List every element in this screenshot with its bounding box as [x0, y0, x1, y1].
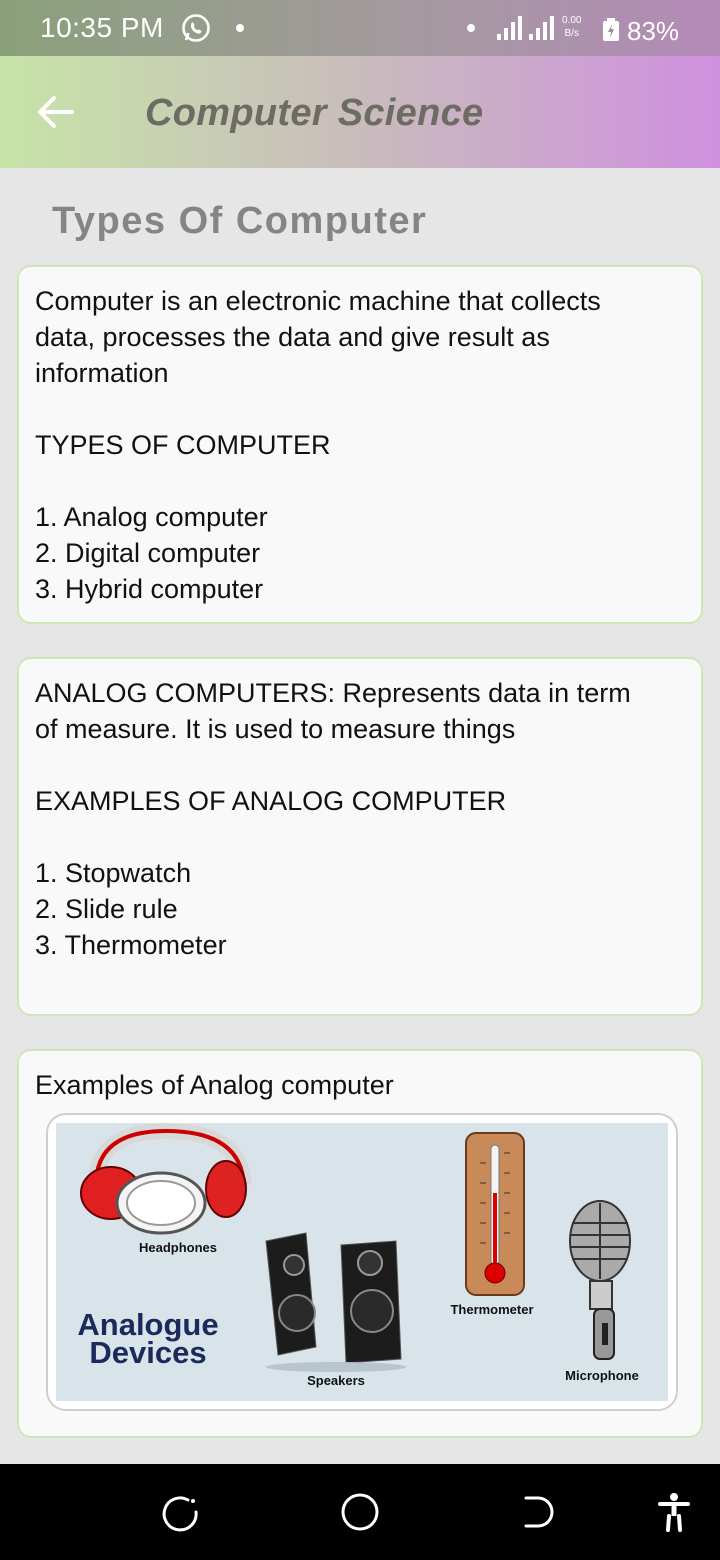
- content-card-image: Examples of Analog computer Headphones A…: [17, 1049, 703, 1438]
- microphone-icon: [569, 1200, 631, 1360]
- notification-dot: [467, 24, 475, 32]
- notification-dot: [236, 24, 244, 32]
- arrow-left-icon[interactable]: [30, 92, 80, 132]
- card-text-line: information: [35, 358, 169, 388]
- network-speed: 0.00 B/s: [562, 15, 582, 39]
- card-text-line: Computer is an electronic machine that c…: [35, 286, 601, 316]
- whatsapp-icon: [182, 14, 210, 42]
- app-title: Computer Science: [145, 92, 484, 134]
- system-nav-bar: [0, 1464, 720, 1560]
- device-label: Microphone: [565, 1368, 639, 1383]
- device-label: Speakers: [307, 1373, 365, 1388]
- image-caption: Examples of Analog computer: [35, 1070, 394, 1100]
- analogue-devices-image: Headphones Analogue Devices Speakers The…: [56, 1123, 668, 1401]
- card-text-line: data, processes the data and give result…: [35, 322, 550, 352]
- signal-icon: [529, 16, 554, 40]
- back-nav-icon[interactable]: [518, 1492, 558, 1532]
- signal-icon: [497, 16, 522, 40]
- card-heading: TYPES OF COMPUTER: [35, 430, 331, 460]
- battery-percent: 83%: [627, 16, 680, 46]
- home-icon[interactable]: [340, 1492, 380, 1532]
- list-item: 3. Thermometer: [35, 930, 227, 960]
- status-time: 10:35 PM: [40, 12, 164, 43]
- list-item: 1. Stopwatch: [35, 858, 192, 888]
- battery-icon: [603, 18, 619, 41]
- content-card-analog: ANALOG COMPUTERS: Represents data in ter…: [17, 657, 703, 1016]
- content-card-types: Computer is an electronic machine that c…: [17, 265, 703, 624]
- app-bar: Computer Science: [0, 56, 720, 168]
- headphones-icon: [80, 1123, 252, 1235]
- thermometer-icon: [465, 1132, 525, 1296]
- list-item: 2. Digital computer: [35, 538, 261, 568]
- card-text-line: of measure. It is used to measure things: [35, 714, 516, 744]
- list-item: 3. Hybrid computer: [35, 574, 264, 604]
- page-title: Types Of Computer: [52, 200, 428, 242]
- accessibility-icon[interactable]: [656, 1492, 692, 1532]
- image-title: Devices: [89, 1335, 206, 1370]
- image-frame: Headphones Analogue Devices Speakers The…: [46, 1113, 678, 1411]
- card-text-line: ANALOG COMPUTERS: Represents data in ter…: [35, 678, 631, 708]
- recent-apps-icon[interactable]: [160, 1492, 200, 1532]
- list-item: 2. Slide rule: [35, 894, 178, 924]
- list-item: 1. Analog computer: [35, 502, 268, 532]
- device-label: Headphones: [139, 1240, 217, 1255]
- status-bar: 10:35 PM 0.00 B/s 83%: [0, 0, 720, 56]
- card-heading: EXAMPLES OF ANALOG COMPUTER: [35, 786, 507, 816]
- device-label: Thermometer: [450, 1302, 533, 1317]
- speakers-icon: [265, 1232, 406, 1372]
